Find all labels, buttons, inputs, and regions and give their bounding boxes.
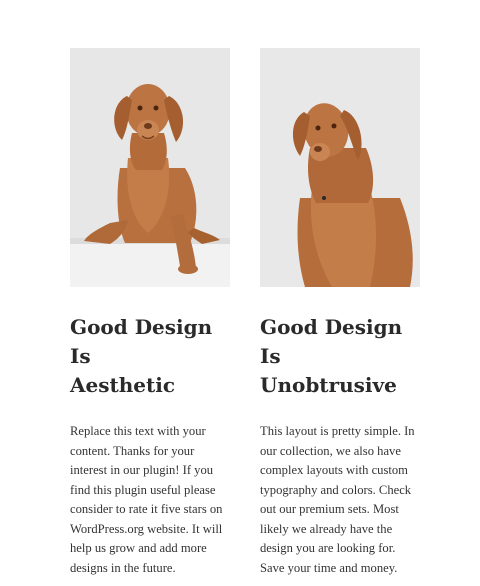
card-body-text: This layout is pretty simple. In our col… [260,422,420,578]
card-text-line: find this plugin useful please [70,482,216,497]
card-text-line: Save your time and money. [260,560,398,575]
card-text-line: This layout is pretty simple. In [260,424,415,438]
card-text-line: help us grow and add more [70,541,207,555]
card-text-line: Replace this text with your [70,424,206,438]
card-title-line1: Good Design Is [70,315,213,368]
card-text-line: complex layouts with custom [260,463,408,477]
card-body-text: Replace this text with your content. Tha… [70,422,230,578]
dog-photo-lying [70,48,230,287]
card-text-line: consider to rate it five stars on [70,502,223,516]
card-aesthetic: Good Design Is Aesthetic Replace this te… [70,48,230,578]
card-text-line: WordPress.org website. It will [70,521,223,536]
card-text-line: content. Thanks for your [70,443,195,458]
card-text-line: design you are looking for. [260,541,396,555]
card-title-line1: Good Design Is [260,315,403,368]
card-title: Good Design Is Aesthetic [70,313,230,400]
card-text-line: our collection, we also have [260,443,401,458]
card-text-line: likely we already have the [260,521,393,536]
card-title-line2: Aesthetic [70,373,176,397]
dog-photo-sitting [260,48,420,287]
card-unobtrusive: Good Design Is Unobtrusive This layout i… [260,48,420,578]
card-text-line: typography and colors. Check [260,482,412,497]
card-text-line: out our premium sets. Most [260,502,399,516]
card-title-line2: Unobtrusive [260,373,397,397]
card-title: Good Design Is Unobtrusive [260,313,420,400]
content-columns: Good Design Is Aesthetic Replace this te… [70,48,420,578]
dog-lying-illustration [70,48,230,287]
card-text-line: designs in the future. [70,560,176,575]
dog-sitting-illustration [260,48,420,287]
card-text-line: interest in our plugin! If you [70,463,214,477]
